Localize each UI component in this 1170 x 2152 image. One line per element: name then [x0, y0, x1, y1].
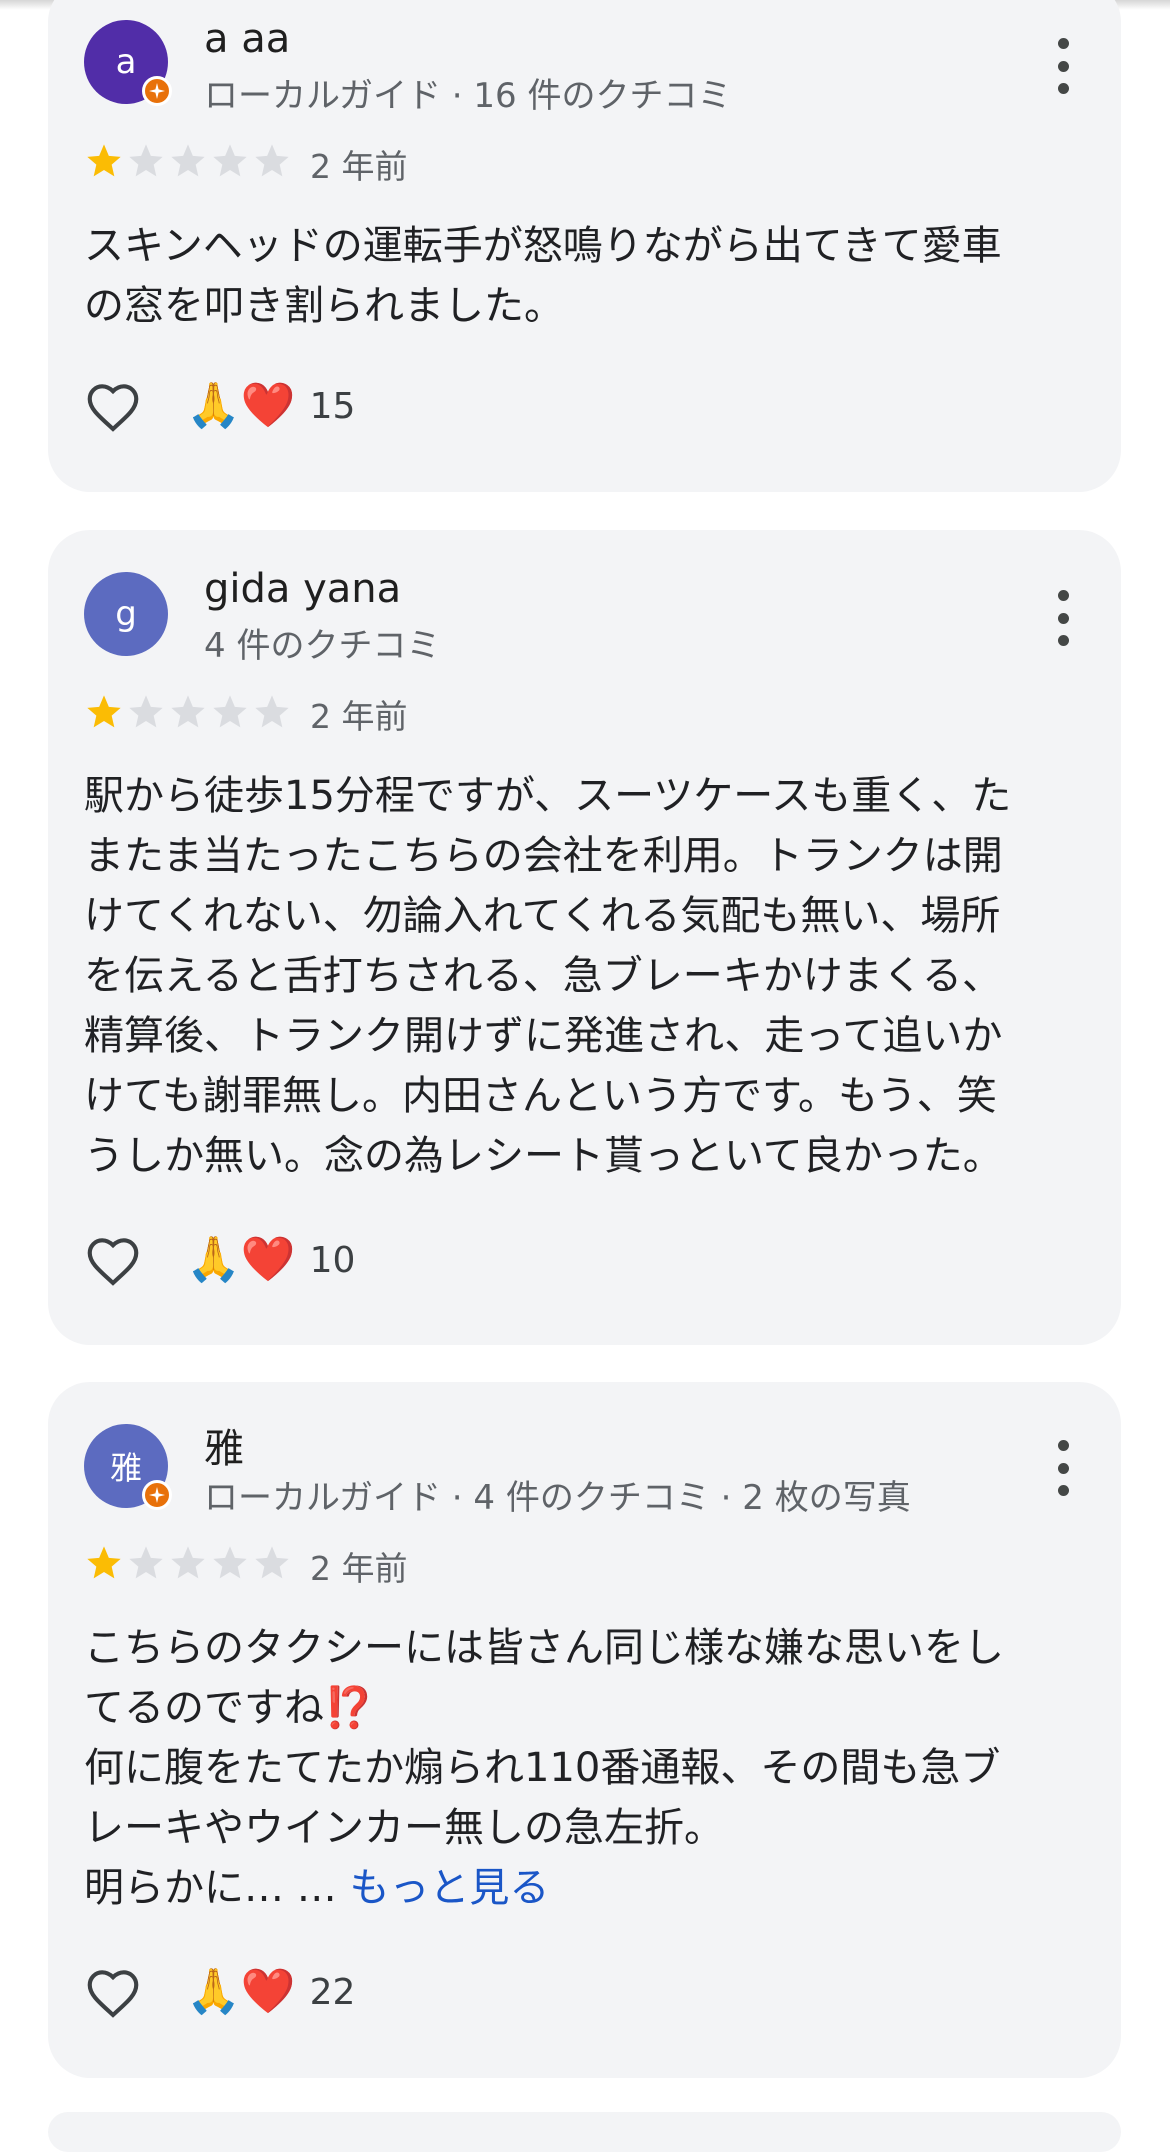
star-filled-icon: [87, 1546, 121, 1579]
star-rating: [84, 692, 292, 732]
star-empty-icon: [129, 144, 163, 177]
review-card: 雅 雅 ローカルガイド · 4 件のクチコミ · 2 枚の写真 2 年前 こちら…: [48, 1382, 1121, 2078]
reaction-count: 10: [309, 1239, 356, 1281]
see-more-link[interactable]: もっと見る: [349, 1865, 549, 1911]
review-text: こちらのタクシーには皆さん同じ様な嫌な思いをし てるのですね⁉️ 何に腹をたてた…: [84, 1618, 1094, 1918]
star-empty-icon: [255, 144, 289, 177]
reactions[interactable]: 🙏❤️ 22: [186, 1968, 355, 2016]
star-empty-icon: [171, 1546, 205, 1579]
reviewer-meta: 4 件のクチコミ: [204, 626, 441, 666]
review-text: スキンヘッドの運転手が怒鳴りながら出てきて愛車 の窓を叩き割られました。: [84, 216, 1094, 336]
star-rating: [84, 141, 292, 181]
like-heart-icon[interactable]: [82, 1230, 144, 1292]
avatar[interactable]: a: [84, 20, 172, 106]
review-text: 駅から徒歩15分程ですが、スーツケースも重く、た またま当たったこちらの会社を利…: [84, 766, 1094, 1186]
reaction-count: 22: [309, 1971, 356, 2013]
star-empty-icon: [255, 695, 289, 728]
star-empty-icon: [171, 695, 205, 728]
star-empty-icon: [213, 144, 247, 177]
review-text-content: 駅から徒歩15分程ですが、スーツケースも重く、た またま当たったこちらの会社を利…: [84, 773, 1012, 1179]
review-card-partial: [48, 2112, 1121, 2152]
reviewer-name[interactable]: gida yana: [204, 566, 401, 612]
reviewer-name[interactable]: 雅: [204, 1416, 244, 1474]
reaction-emojis: 🙏❤️: [186, 1966, 296, 2017]
avatar-letter: 雅: [109, 1449, 142, 1487]
reaction-count: 15: [309, 385, 356, 427]
reaction-emojis: 🙏❤️: [186, 380, 296, 431]
more-options-icon[interactable]: [1053, 1440, 1073, 1496]
reactions[interactable]: 🙏❤️ 15: [186, 382, 355, 430]
avatar-letter: g: [115, 594, 137, 634]
review-text-content: スキンヘッドの運転手が怒鳴りながら出てきて愛車 の窓を叩き割られました。: [84, 223, 1002, 329]
reviewer-meta: ローカルガイド · 4 件のクチコミ · 2 枚の写真: [204, 1478, 911, 1518]
like-heart-icon[interactable]: [82, 376, 144, 438]
star-empty-icon: [129, 695, 163, 728]
review-time: 2 年前: [310, 147, 408, 186]
more-options-icon[interactable]: [1053, 38, 1073, 94]
avatar[interactable]: g: [84, 572, 168, 656]
review-card: a a aa ローカルガイド · 16 件のクチコミ 2 年前 スキンヘッドの運…: [48, 0, 1121, 492]
review-time: 2 年前: [310, 1549, 408, 1588]
local-guide-badge-icon: [142, 1480, 172, 1510]
more-options-icon[interactable]: [1053, 590, 1073, 646]
reviewer-name[interactable]: a aa: [204, 16, 290, 62]
review-card: g gida yana 4 件のクチコミ 2 年前 駅から徒歩15分程ですが、ス…: [48, 530, 1121, 1345]
like-heart-icon[interactable]: [82, 1962, 144, 2024]
reviewer-meta: ローカルガイド · 16 件のクチコミ: [204, 76, 732, 116]
star-filled-icon: [87, 695, 121, 728]
avatar[interactable]: 雅: [84, 1424, 172, 1510]
star-empty-icon: [213, 1546, 247, 1579]
star-empty-icon: [171, 144, 205, 177]
reaction-emojis: 🙏❤️: [186, 1234, 296, 1285]
reactions[interactable]: 🙏❤️ 10: [186, 1236, 355, 1284]
star-filled-icon: [87, 144, 121, 177]
star-empty-icon: [213, 695, 247, 728]
local-guide-badge-icon: [142, 76, 172, 106]
avatar-letter: a: [115, 42, 137, 82]
star-rating: [84, 1543, 292, 1583]
review-time: 2 年前: [310, 697, 408, 736]
star-empty-icon: [255, 1546, 289, 1579]
star-empty-icon: [129, 1546, 163, 1579]
